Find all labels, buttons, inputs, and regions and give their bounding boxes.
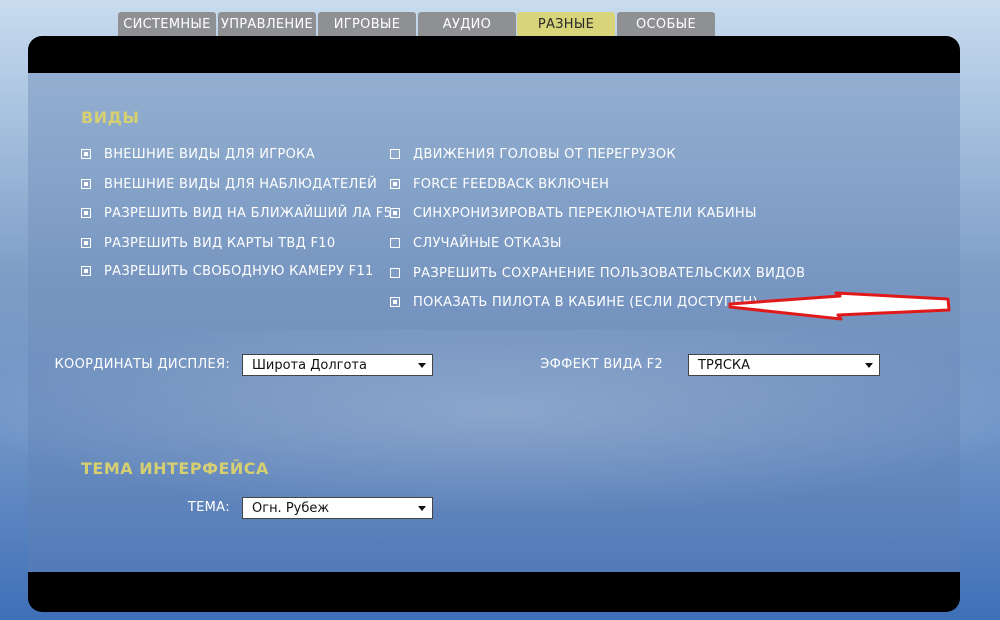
red-arrow-annotation-icon — [728, 291, 951, 321]
option-external-views-player[interactable]: ВНЕШНИЕ ВИДЫ ДЛЯ ИГРОКА — [81, 145, 315, 163]
option-label: СЛУЧАЙНЫЕ ОТКАЗЫ — [413, 235, 562, 251]
checkbox-icon[interactable] — [81, 266, 91, 276]
checkbox-icon[interactable] — [81, 179, 91, 189]
panel-header-bar — [28, 36, 960, 73]
tab-audio[interactable]: АУДИО — [418, 12, 516, 36]
checkbox-icon[interactable] — [390, 238, 400, 248]
option-show-pilot-in-cockpit[interactable]: ПОКАЗАТЬ ПИЛОТА В КАБИНЕ (ЕСЛИ ДОСТУПЕН) — [390, 293, 758, 311]
checkbox-icon[interactable] — [81, 208, 91, 218]
option-label: РАЗРЕШИТЬ СВОБОДНУЮ КАМЕРУ F11 — [104, 263, 374, 279]
option-save-custom-views[interactable]: РАЗРЕШИТЬ СОХРАНЕНИЕ ПОЛЬЗОВАТЕЛЬСКИХ ВИ… — [390, 264, 805, 282]
option-label: FORCE FEEDBACK ВКЛЮЧЕН — [413, 176, 610, 192]
option-external-views-spectators[interactable]: ВНЕШНИЕ ВИДЫ ДЛЯ НАБЛЮДАТЕЛЕЙ — [81, 175, 377, 193]
tab-misc[interactable]: РАЗНЫЕ — [517, 12, 615, 36]
checkbox-icon[interactable] — [81, 238, 91, 248]
coords-display-label: КООРДИНАТЫ ДИСПЛЕЯ: — [54, 357, 230, 372]
tab-controls[interactable]: УПРАВЛЕНИЕ — [218, 12, 316, 36]
panel-footer-bar — [28, 572, 960, 612]
tab-system[interactable]: СИСТЕМНЫЕ — [118, 12, 216, 36]
option-label: РАЗРЕШИТЬ ВИД КАРТЫ ТВД F10 — [104, 235, 336, 251]
f2-view-effect-label: ЭФФЕКТ ВИДА F2 — [540, 357, 663, 372]
theme-select[interactable]: Огн. Рубеж — [242, 497, 433, 519]
option-label: ДВИЖЕНИЯ ГОЛОВЫ ОТ ПЕРЕГРУЗОК — [413, 146, 676, 162]
select-value: Огн. Рубеж — [252, 500, 330, 516]
checkbox-icon[interactable] — [390, 297, 400, 307]
theme-section-title: ТЕМА ИНТЕРФЕЙСА — [81, 459, 269, 478]
tab-special[interactable]: ОСОБЫЕ — [617, 12, 715, 36]
dropdown-arrow-icon[interactable] — [418, 506, 426, 511]
views-section-title: ВИДЫ — [81, 108, 140, 127]
dropdown-arrow-icon[interactable] — [865, 363, 873, 368]
option-sync-cockpit-switches[interactable]: СИНХРОНИЗИРОВАТЬ ПЕРЕКЛЮЧАТЕЛИ КАБИНЫ — [390, 204, 757, 222]
checkbox-icon[interactable] — [81, 149, 91, 159]
dropdown-arrow-icon[interactable] — [418, 363, 426, 368]
option-force-feedback[interactable]: FORCE FEEDBACK ВКЛЮЧЕН — [390, 175, 609, 193]
option-free-camera[interactable]: РАЗРЕШИТЬ СВОБОДНУЮ КАМЕРУ F11 — [81, 262, 374, 280]
checkbox-icon[interactable] — [390, 179, 400, 189]
option-theater-map-view[interactable]: РАЗРЕШИТЬ ВИД КАРТЫ ТВД F10 — [81, 234, 335, 252]
option-random-failures[interactable]: СЛУЧАЙНЫЕ ОТКАЗЫ — [390, 234, 562, 252]
coords-display-select[interactable]: Широта Долгота — [242, 354, 433, 376]
option-label: РАЗРЕШИТЬ СОХРАНЕНИЕ ПОЛЬЗОВАТЕЛЬСКИХ ВИ… — [413, 265, 806, 281]
f2-view-effect-select[interactable]: ТРЯСКА — [688, 354, 880, 376]
select-value: Широта Долгота — [252, 357, 367, 373]
option-nearest-aircraft-view[interactable]: РАЗРЕШИТЬ ВИД НА БЛИЖАЙШИЙ ЛА F5 — [81, 204, 392, 222]
option-g-force-head-movement[interactable]: ДВИЖЕНИЯ ГОЛОВЫ ОТ ПЕРЕГРУЗОК — [390, 145, 676, 163]
option-label: ВНЕШНИЕ ВИДЫ ДЛЯ ИГРОКА — [104, 146, 315, 162]
option-label: ПОКАЗАТЬ ПИЛОТА В КАБИНЕ (ЕСЛИ ДОСТУПЕН) — [413, 294, 758, 310]
theme-label: ТЕМА: — [187, 500, 230, 515]
checkbox-icon[interactable] — [390, 208, 400, 218]
option-label: РАЗРЕШИТЬ ВИД НА БЛИЖАЙШИЙ ЛА F5 — [104, 205, 393, 221]
checkbox-icon[interactable] — [390, 149, 400, 159]
settings-panel — [28, 36, 960, 612]
checkbox-icon[interactable] — [390, 268, 400, 278]
tab-game[interactable]: ИГРОВЫЕ — [318, 12, 416, 36]
select-value: ТРЯСКА — [698, 357, 751, 373]
option-label: СИНХРОНИЗИРОВАТЬ ПЕРЕКЛЮЧАТЕЛИ КАБИНЫ — [413, 205, 757, 221]
option-label: ВНЕШНИЕ ВИДЫ ДЛЯ НАБЛЮДАТЕЛЕЙ — [104, 176, 378, 192]
